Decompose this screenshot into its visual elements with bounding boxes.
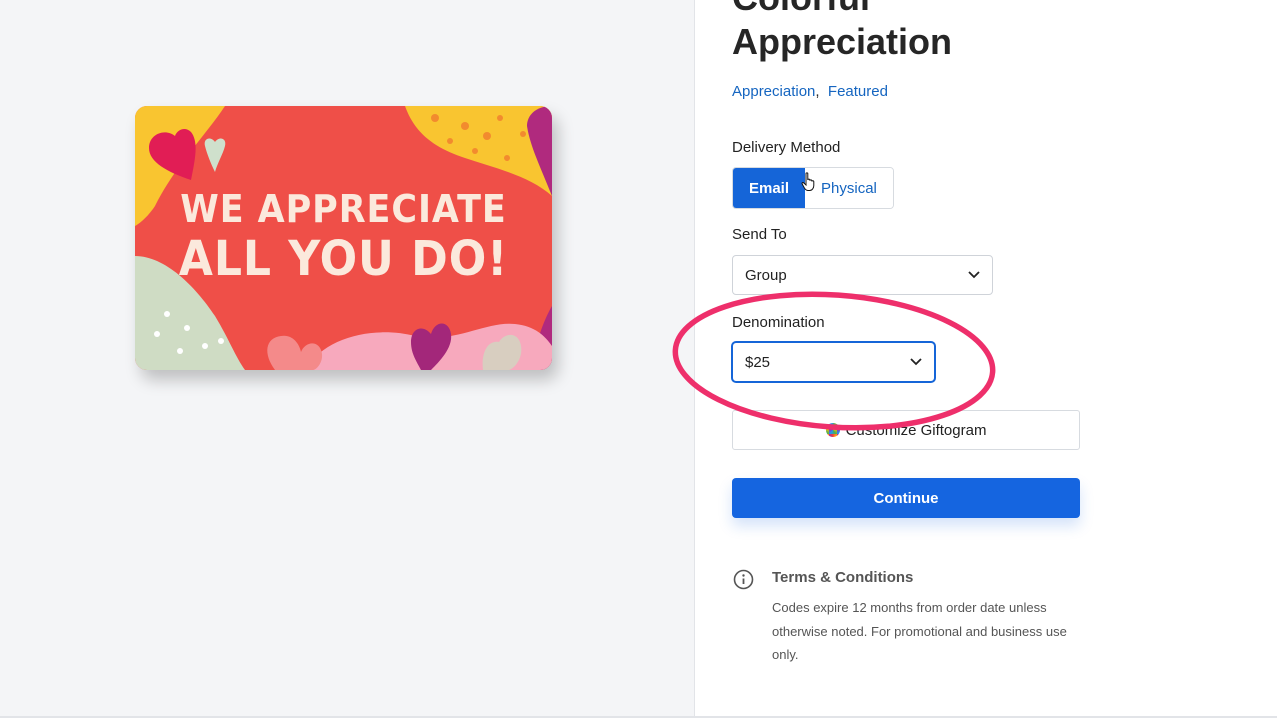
terms-title: Terms & Conditions bbox=[772, 569, 914, 586]
tag-appreciation[interactable]: Appreciation bbox=[732, 83, 815, 100]
giftogram-logo-icon bbox=[825, 423, 840, 437]
preview-pane: WE APPRECIATE ALL YOU DO! bbox=[0, 0, 695, 718]
denomination-value: $25 bbox=[745, 353, 771, 371]
customize-giftogram-button[interactable]: Customize Giftogram bbox=[732, 410, 1080, 450]
denomination-label: Denomination bbox=[732, 314, 825, 331]
send-to-value: Group bbox=[745, 266, 787, 284]
card-message-line1: WE APPRECIATE bbox=[180, 187, 507, 231]
tag-list: Appreciation, Featured bbox=[732, 83, 888, 100]
denomination-select[interactable]: $25 bbox=[732, 342, 935, 382]
product-title-line2: Appreciation bbox=[732, 21, 953, 62]
terms-body: Codes expire 12 months from order date u… bbox=[772, 600, 1067, 662]
chevron-down-icon bbox=[910, 358, 922, 366]
send-to-label: Send To bbox=[732, 226, 787, 243]
product-title: Colorful Appreciation bbox=[732, 0, 952, 64]
tag-featured[interactable]: Featured bbox=[828, 83, 888, 100]
card-message-line2: ALL YOU DO! bbox=[178, 230, 509, 287]
delivery-method-label: Delivery Method bbox=[732, 139, 841, 156]
card-message: WE APPRECIATE ALL YOU DO! bbox=[135, 187, 552, 287]
gift-card-image: WE APPRECIATE ALL YOU DO! bbox=[135, 106, 552, 370]
delivery-physical-button[interactable]: Physical bbox=[805, 168, 893, 208]
hand-pointer-cursor-icon bbox=[801, 172, 815, 191]
continue-button[interactable]: Continue bbox=[732, 478, 1080, 518]
product-title-line1: Colorful bbox=[732, 0, 952, 20]
customize-giftogram-label: Customize Giftogram bbox=[845, 421, 987, 439]
info-icon bbox=[733, 569, 754, 590]
tag-separator: , bbox=[815, 83, 820, 100]
send-to-select[interactable]: Group bbox=[732, 255, 993, 295]
delivery-email-button[interactable]: Email bbox=[733, 168, 806, 208]
chevron-down-icon bbox=[968, 271, 980, 279]
